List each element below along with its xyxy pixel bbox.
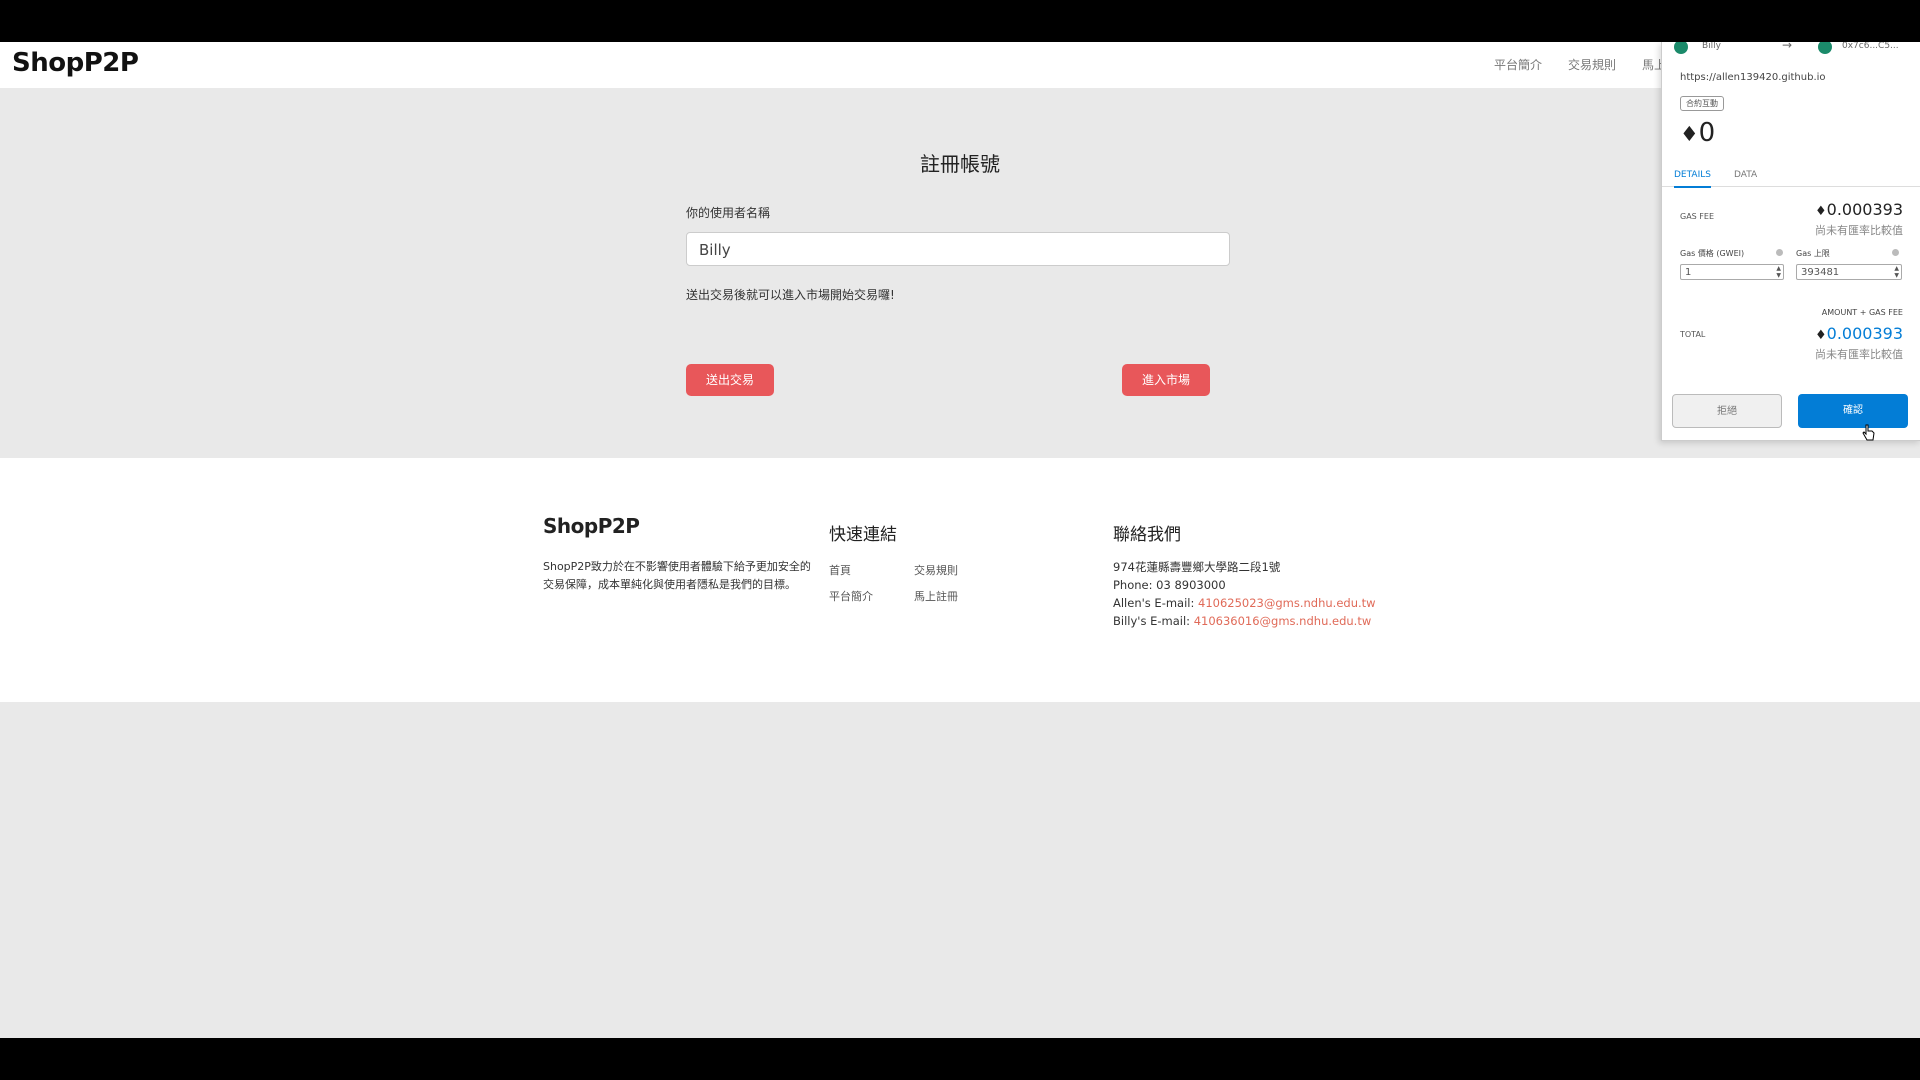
detail-tabs: DETAILS DATA — [1662, 164, 1920, 188]
tab-details[interactable]: DETAILS — [1674, 170, 1711, 188]
footer-description: ShopP2P致力於在不影響使用者體驗下給予更加安全的交易保障，成本單純化與使用… — [543, 560, 811, 591]
arrow-right-icon: → — [1782, 42, 1793, 52]
footer-link-home[interactable]: 首頁 — [829, 562, 851, 578]
submit-transaction-button[interactable]: 送出交易 — [686, 364, 774, 396]
page-title: 註冊帳號 — [920, 152, 1000, 176]
footer: ShopP2P ShopP2P致力於在不影響使用者體驗下給予更加安全的交易保障，… — [0, 458, 1920, 702]
username-input[interactable]: Billy — [686, 232, 1230, 266]
page-background — [0, 702, 1920, 1038]
amount-plus-gas-label: AMOUNT + GAS FEE — [1821, 308, 1903, 317]
contact-allen: Allen's E-mail: 410625023@gms.ndhu.edu.t… — [1113, 594, 1376, 612]
reject-button[interactable]: 拒絕 — [1672, 394, 1782, 428]
gas-price-value: 1 — [1685, 267, 1692, 278]
gas-limit-label: Gas 上限 — [1796, 249, 1830, 258]
info-icon[interactable] — [1776, 249, 1783, 256]
gas-fee-amount: 0.000393 — [1826, 200, 1903, 219]
stepper-icon[interactable]: ▲ ▼ — [1894, 265, 1899, 279]
metamask-popup: Billy → 0x7c6...C5... https://allen13942… — [1661, 42, 1920, 441]
gas-price-label: Gas 價格 (GWEI) — [1680, 249, 1745, 258]
contract-interaction-tag: 合約互動 — [1680, 96, 1724, 111]
gas-price-input[interactable]: 1 ▲ ▼ — [1680, 264, 1784, 280]
account-header: Billy → 0x7c6...C5... — [1662, 42, 1920, 54]
contact-billy: Billy's E-mail: 410636016@gms.ndhu.edu.t… — [1113, 612, 1376, 630]
transaction-amount: ♦0 — [1680, 118, 1715, 148]
footer-link-register[interactable]: 馬上註冊 — [914, 588, 958, 604]
nav-link-rules[interactable]: 交易規則 — [1568, 56, 1616, 73]
total-value: ♦0.000393 — [1815, 324, 1903, 343]
ethereum-icon: ♦ — [1680, 122, 1699, 146]
contact-address: 974花蓮縣壽豐鄉大學路二段1號 — [1113, 560, 1281, 574]
contact-info: 974花蓮縣壽豐鄉大學路二段1號 Phone: 03 8903000 Allen… — [1113, 558, 1376, 630]
ethereum-icon: ♦ — [1815, 204, 1827, 219]
gas-fee-value: ♦0.000393 — [1815, 200, 1903, 219]
billy-email-label: Billy's E-mail: — [1113, 614, 1194, 628]
stepper-icon[interactable]: ▲ ▼ — [1776, 265, 1781, 279]
info-icon[interactable] — [1892, 249, 1899, 256]
gas-fee-label: GAS FEE — [1680, 212, 1715, 221]
origin-url: https://allen139420.github.io — [1680, 72, 1826, 83]
register-section: 註冊帳號 你的使用者名稱 Billy 送出交易後就可以進入市場開始交易囉! 送出… — [0, 88, 1920, 458]
site-logo[interactable]: ShopP2P — [12, 48, 139, 78]
gas-limit-value: 393481 — [1801, 267, 1840, 278]
footer-logo: ShopP2P — [543, 514, 640, 538]
total-amount: 0.000393 — [1826, 324, 1903, 343]
ethereum-icon: ♦ — [1815, 328, 1827, 343]
register-hint: 送出交易後就可以進入市場開始交易囉! — [686, 288, 895, 302]
quick-links-title: 快速連結 — [829, 525, 897, 545]
to-account-address: 0x7c6...C5... — [1842, 42, 1899, 51]
navbar: ShopP2P 平台簡介 交易規則 馬上註冊 — [0, 42, 1920, 89]
amount-value: 0 — [1698, 118, 1716, 148]
to-account-avatar — [1818, 42, 1832, 54]
from-account-avatar — [1674, 42, 1688, 54]
username-label: 你的使用者名稱 — [686, 206, 771, 220]
browser-viewport: ShopP2P 平台簡介 交易規則 馬上註冊 註冊帳號 你的使用者名稱 Bill… — [0, 42, 1920, 1038]
enter-market-button[interactable]: 進入市場 — [1122, 364, 1210, 396]
total-label: TOTAL — [1680, 330, 1706, 339]
contact-phone: Phone: 03 8903000 — [1113, 578, 1226, 592]
gas-limit-input[interactable]: 393481 ▲ ▼ — [1796, 264, 1902, 280]
from-account-name: Billy — [1702, 42, 1722, 51]
billy-email-link[interactable]: 410636016@gms.ndhu.edu.tw — [1194, 614, 1372, 628]
contact-title: 聯絡我們 — [1113, 525, 1181, 545]
nav-link-about[interactable]: 平台簡介 — [1494, 56, 1542, 73]
tab-data[interactable]: DATA — [1734, 170, 1757, 180]
confirm-button[interactable]: 確認 — [1798, 394, 1908, 428]
footer-link-about[interactable]: 平台簡介 — [829, 588, 873, 604]
allen-email-label: Allen's E-mail: — [1113, 596, 1199, 610]
total-rate-note: 尚未有匯率比較值 — [1815, 348, 1903, 361]
gas-fee-rate-note: 尚未有匯率比較值 — [1815, 224, 1903, 237]
allen-email-link[interactable]: 410625023@gms.ndhu.edu.tw — [1198, 596, 1376, 610]
hand-cursor-icon — [1862, 424, 1875, 441]
footer-link-rules[interactable]: 交易規則 — [914, 562, 958, 578]
